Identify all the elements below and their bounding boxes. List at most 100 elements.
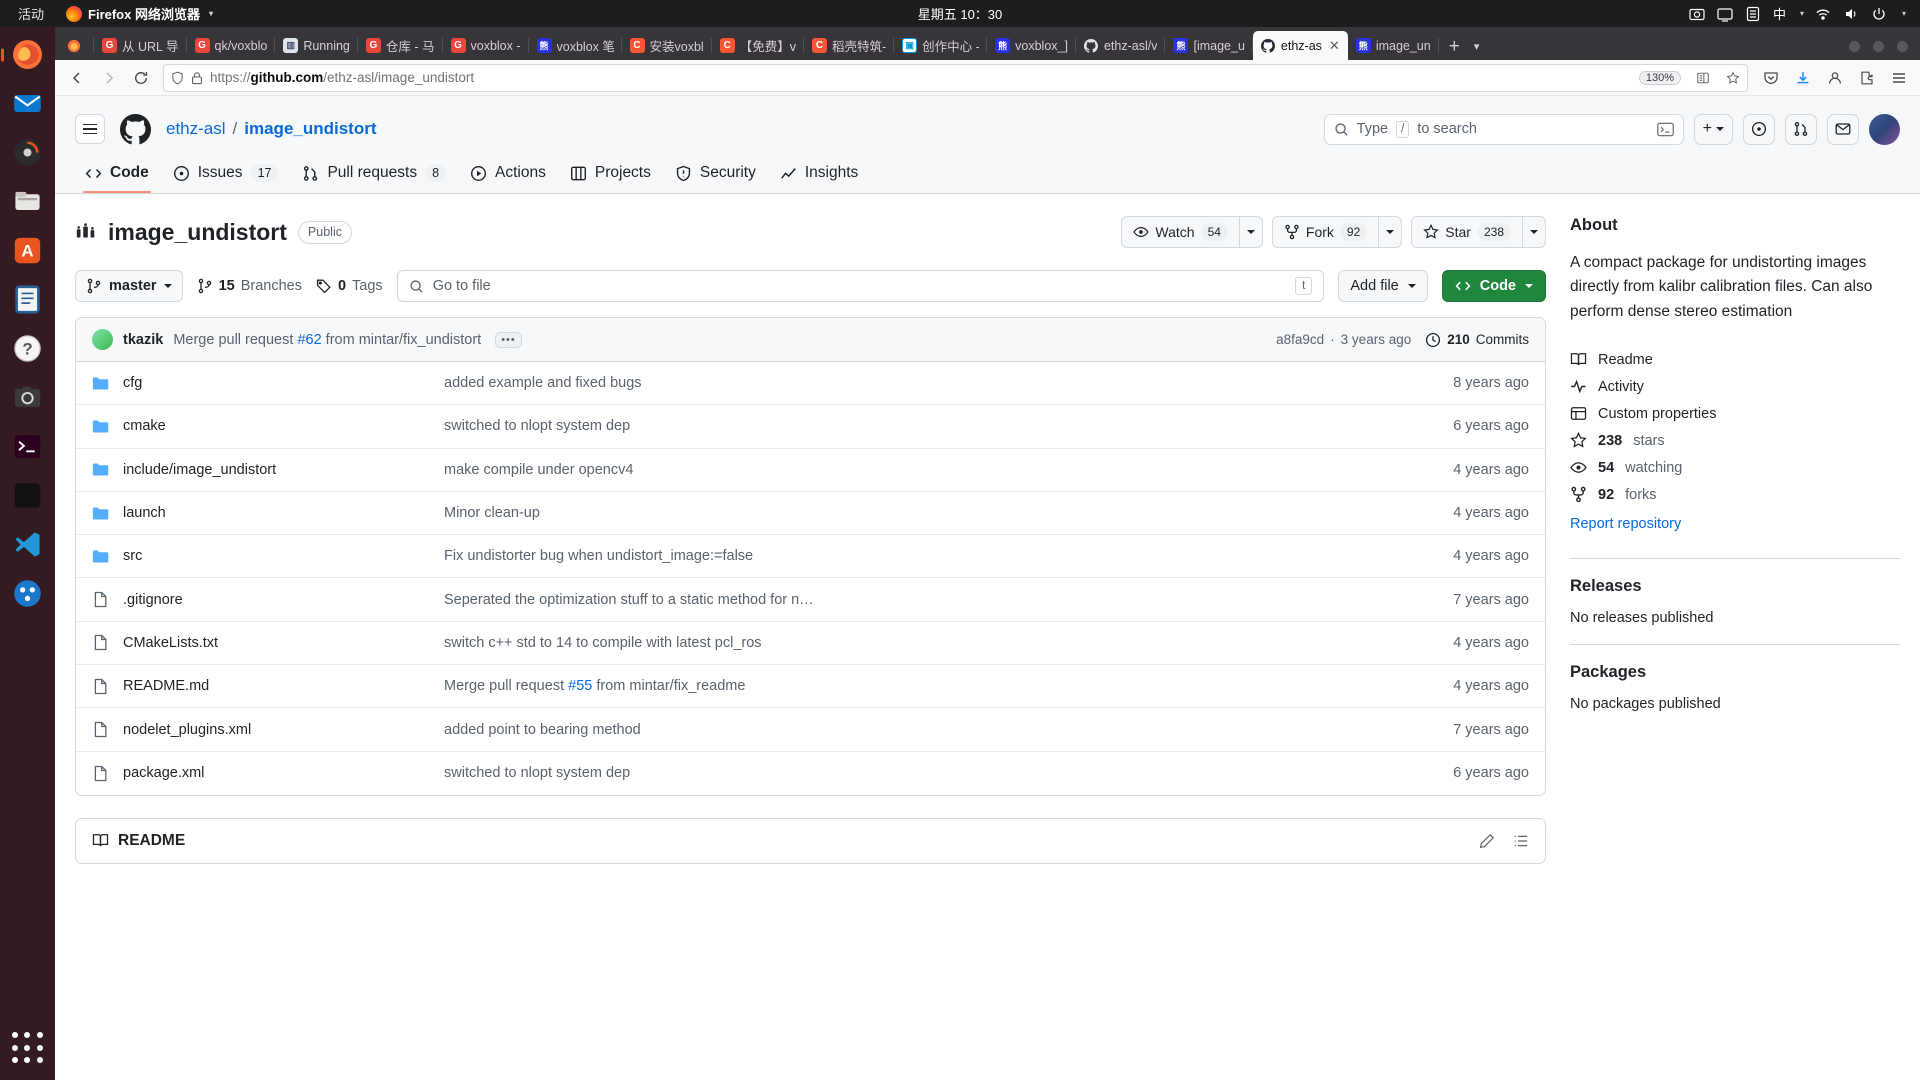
tab-9[interactable]: ▣ 创作中心 - [894, 31, 987, 60]
dock-item-rhythmbox[interactable] [7, 132, 48, 173]
tab-11[interactable]: ethz-asl/v [1076, 31, 1166, 60]
list-icon[interactable] [1513, 833, 1529, 849]
dock-item-black-app[interactable] [7, 475, 48, 516]
back-icon[interactable] [62, 63, 91, 92]
branch-selector[interactable]: master [75, 270, 183, 302]
dock-item-vscode[interactable] [7, 524, 48, 565]
search-input[interactable]: Type / to search [1324, 114, 1684, 145]
dock-item-firefox[interactable] [7, 34, 48, 75]
file-commit-message[interactable]: added point to bearing method [444, 722, 1417, 738]
close-icon[interactable]: ✕ [1329, 38, 1340, 54]
go-to-file-input[interactable]: Go to file t [397, 270, 1325, 302]
bookmark-star-icon[interactable] [1726, 71, 1740, 85]
global-nav-menu-icon[interactable] [75, 114, 105, 144]
table-row[interactable]: README.md Merge pull request #55 from mi… [76, 665, 1545, 708]
create-new-button[interactable]: + [1694, 114, 1733, 145]
code-button[interactable]: Code [1442, 270, 1546, 302]
url-bar[interactable]: https://github.com/ethz-asl/image_undist… [163, 64, 1748, 92]
tab-insights[interactable]: Insights [770, 157, 868, 193]
dock-item-screenshot[interactable] [7, 377, 48, 418]
star-button[interactable]: Star 238 [1411, 216, 1522, 248]
tags-link[interactable]: 0 Tags [316, 278, 383, 294]
breadcrumb-repo[interactable]: image_undistort [244, 119, 376, 139]
file-commit-message[interactable]: switched to nlopt system dep [444, 765, 1417, 781]
tab-2[interactable]: ▥ Running [275, 31, 358, 60]
sidebar-link-custom-properties[interactable]: Custom properties [1570, 400, 1900, 427]
pencil-icon[interactable] [1479, 833, 1495, 849]
activities-button[interactable]: 活动 [18, 4, 44, 23]
file-name[interactable]: cmake [123, 418, 166, 434]
file-commit-message[interactable]: Merge pull request #55 from mintar/fix_r… [444, 678, 1417, 694]
dock-item-files[interactable] [7, 181, 48, 222]
file-name[interactable]: CMakeLists.txt [123, 635, 218, 651]
lock-icon[interactable] [191, 71, 203, 85]
pull-requests-button[interactable] [1785, 114, 1817, 145]
active-app-menu[interactable]: Firefox 网络浏览器 ▾ [66, 4, 213, 23]
dock-item-help[interactable]: ? [7, 328, 48, 369]
tab-firefox-home[interactable] [60, 31, 94, 60]
fork-dropdown-button[interactable] [1378, 216, 1402, 248]
issues-button[interactable] [1743, 114, 1775, 145]
fork-button[interactable]: Fork 92 [1272, 216, 1378, 248]
tab-5[interactable]: 熊 voxblox 笔 [529, 31, 622, 60]
github-logo-icon[interactable] [120, 114, 151, 145]
file-name[interactable]: cfg [123, 375, 142, 391]
table-row[interactable]: nodelet_plugins.xml added point to beari… [76, 708, 1545, 751]
file-commit-message[interactable]: Minor clean-up [444, 505, 1417, 521]
watch-button[interactable]: Watch 54 [1121, 216, 1239, 248]
tab-3[interactable]: G 仓库 - 马 [358, 31, 443, 60]
clock[interactable]: 星期五 10：30 [918, 4, 1003, 23]
input-method-indicator[interactable]: 中 [1773, 4, 1786, 23]
extensions-icon[interactable] [1852, 63, 1881, 92]
screen-share-icon[interactable] [1717, 5, 1734, 22]
notifications-button[interactable] [1827, 114, 1859, 145]
breadcrumb-owner[interactable]: ethz-asl [166, 119, 226, 139]
tab-actions[interactable]: Actions [460, 157, 556, 193]
tab-issues[interactable]: Issues 17 [163, 157, 289, 193]
commit-message-link[interactable]: #62 [297, 332, 321, 348]
tab-0[interactable]: G 从 URL 导 [94, 31, 187, 60]
shield-icon[interactable] [171, 71, 184, 85]
file-commit-message[interactable]: make compile under opencv4 [444, 462, 1417, 478]
network-icon[interactable] [1815, 5, 1832, 22]
sidebar-stat-watching[interactable]: 54 watching [1570, 454, 1900, 481]
dock-item-ubuntu-software[interactable]: A [7, 230, 48, 271]
avatar[interactable] [1869, 114, 1900, 145]
commit-author[interactable]: tkazik [123, 332, 163, 348]
table-row[interactable]: .gitignore Seperated the optimization st… [76, 578, 1545, 621]
tab-6[interactable]: C 安装voxbl [622, 31, 712, 60]
maximize-button[interactable] [1873, 41, 1884, 52]
save-to-pocket-icon[interactable] [1756, 63, 1785, 92]
watch-dropdown-button[interactable] [1239, 216, 1263, 248]
branches-link[interactable]: 15 Branches [197, 278, 302, 294]
commit-sha[interactable]: a8fa9cd [1276, 332, 1324, 347]
close-window-button[interactable] [1897, 41, 1908, 52]
app-menu-icon[interactable] [1884, 63, 1913, 92]
page-title[interactable]: image_undistort [108, 219, 287, 246]
screenshot-icon[interactable] [1689, 5, 1706, 22]
file-name[interactable]: src [123, 548, 142, 564]
table-row[interactable]: src Fix undistorter bug when undistort_i… [76, 535, 1545, 578]
sidebar-stat-stars[interactable]: 238 stars [1570, 427, 1900, 454]
table-row[interactable]: include/image_undistort make compile und… [76, 449, 1545, 492]
tab-4[interactable]: G voxblox - [443, 31, 529, 60]
table-row[interactable]: package.xml switched to nlopt system dep… [76, 752, 1545, 795]
commit-expand-button[interactable]: ••• [495, 332, 522, 348]
volume-icon[interactable] [1843, 5, 1860, 22]
reader-mode-icon[interactable] [1696, 71, 1710, 85]
tab-projects[interactable]: Projects [560, 157, 661, 193]
minimize-button[interactable] [1849, 41, 1860, 52]
downloads-icon[interactable] [1788, 63, 1817, 92]
file-name[interactable]: .gitignore [123, 592, 183, 608]
file-name[interactable]: nodelet_plugins.xml [123, 722, 251, 738]
file-name[interactable]: include/image_undistort [123, 462, 276, 478]
report-repository-link[interactable]: Report repository [1570, 508, 1900, 540]
power-icon[interactable] [1871, 5, 1888, 22]
avatar[interactable] [92, 329, 113, 350]
file-commit-message[interactable]: switched to nlopt system dep [444, 418, 1417, 434]
tab-8[interactable]: C 稻壳特筑- [804, 31, 894, 60]
commit-history-link[interactable]: 210 Commits [1425, 332, 1529, 348]
file-name[interactable]: package.xml [123, 765, 204, 781]
system-menu-chevron-icon[interactable]: ▾ [1902, 9, 1906, 18]
tab-14[interactable]: 熊 image_un [1348, 31, 1439, 60]
